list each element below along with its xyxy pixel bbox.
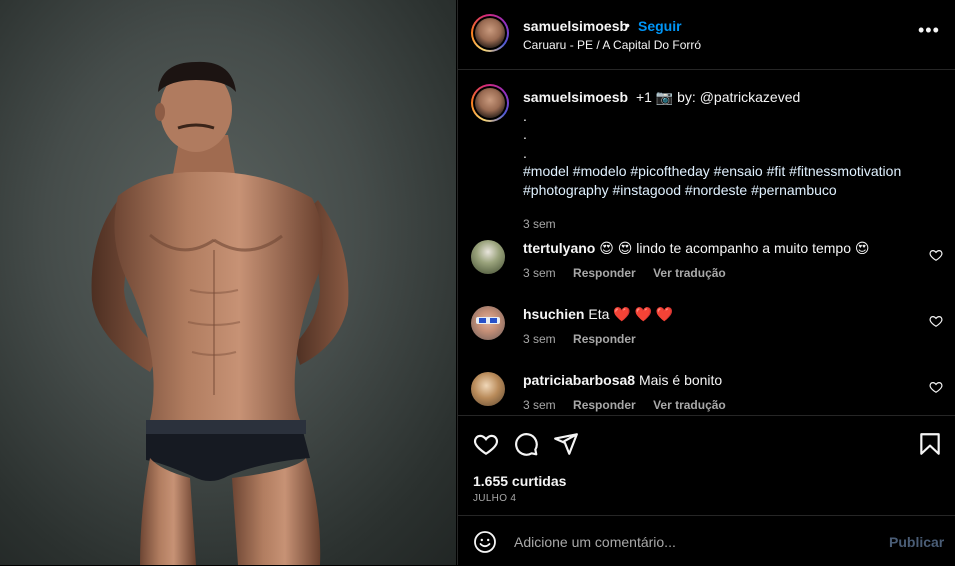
emoji-icon[interactable] — [473, 530, 497, 554]
bookmark-icon[interactable] — [917, 431, 943, 457]
caption-line: . — [523, 126, 527, 142]
comment-body: Mais é bonito — [638, 372, 723, 388]
share-icon[interactable] — [553, 431, 579, 457]
caption-hashtags[interactable]: #photography #instagood #nordeste #perna… — [523, 181, 923, 200]
comment-time[interactable]: 3 sem — [523, 266, 556, 280]
comment-username[interactable]: patriciabarbosa8 — [523, 372, 635, 388]
author-avatar[interactable] — [471, 14, 509, 52]
comment-body: 😍 😍 lindo te acompanho a muito tempo 😍 — [599, 240, 870, 256]
heart-icon[interactable] — [929, 380, 943, 394]
reply-button[interactable]: Responder — [573, 332, 636, 346]
comment-input[interactable] — [512, 530, 876, 554]
location-link[interactable]: Caruaru - PE / A Capital Do Forró — [523, 38, 701, 52]
post-photo[interactable] — [0, 0, 456, 565]
comment-body: Eta ❤️ ❤️ ❤️ — [588, 306, 674, 322]
caption-username[interactable]: samuelsimoesb — [523, 89, 628, 105]
translate-button[interactable]: Ver tradução — [653, 266, 726, 280]
heart-icon[interactable] — [473, 431, 499, 457]
comments-scroll-area[interactable]: samuelsimoesb +1 📷 by: @patrickazeved . … — [458, 70, 955, 415]
publish-button[interactable]: Publicar — [889, 534, 944, 550]
likes-count[interactable]: 1.655 curtidas — [473, 473, 566, 489]
comment-time[interactable]: 3 sem — [523, 398, 556, 412]
post-actions: 1.655 curtidas JULHO 4 — [458, 415, 955, 516]
separator-dot: • — [625, 17, 630, 33]
comment-meta: 3 sem Responder — [523, 332, 650, 346]
comment-text-row: patriciabarbosa8 Mais é bonito — [523, 372, 722, 388]
post-header: samuelsimoesb • Seguir Caruaru - PE / A … — [458, 0, 955, 70]
comment-item: patriciabarbosa8 Mais é bonito 3 sem Res… — [471, 372, 943, 415]
comment-text-row: hsuchien Eta ❤️ ❤️ ❤️ — [523, 306, 673, 323]
commenter-avatar[interactable] — [471, 372, 505, 406]
comment-item: ttertulyano 😍 😍 lindo te acompanho a mui… — [471, 240, 943, 292]
photo-illustration — [91, 61, 349, 565]
post-modal: samuelsimoesb • Seguir Caruaru - PE / A … — [0, 0, 955, 565]
comment-username[interactable]: hsuchien — [523, 306, 584, 322]
caption-text: samuelsimoesb +1 📷 by: @patrickazeved . … — [523, 88, 923, 199]
caption-line: . — [523, 107, 527, 124]
comment-item: hsuchien Eta ❤️ ❤️ ❤️ 3 sem Responder — [471, 306, 943, 358]
post-date[interactable]: JULHO 4 — [473, 493, 516, 504]
translate-button[interactable]: Ver tradução — [653, 398, 726, 412]
commenter-avatar[interactable] — [471, 240, 505, 274]
post-side-panel: samuelsimoesb • Seguir Caruaru - PE / A … — [457, 0, 955, 565]
caption-hashtags[interactable]: #model #modelo #picoftheday #ensaio #fit… — [523, 162, 923, 181]
comment-username[interactable]: ttertulyano — [523, 240, 595, 256]
author-username[interactable]: samuelsimoesb — [523, 18, 628, 34]
caption-line: +1 📷 by: @patrickazeved — [635, 89, 801, 105]
comment-meta: 3 sem Responder Ver tradução — [523, 266, 740, 280]
comment-text-row: ttertulyano 😍 😍 lindo te acompanho a mui… — [523, 240, 870, 257]
caption-timestamp[interactable]: 3 sem — [523, 217, 556, 231]
heart-icon[interactable] — [929, 248, 943, 262]
commenter-avatar[interactable] — [471, 306, 505, 340]
caption-author-avatar[interactable] — [471, 84, 509, 122]
follow-button[interactable]: Seguir — [638, 18, 682, 34]
reply-button[interactable]: Responder — [573, 398, 636, 412]
add-comment-bar: Publicar — [458, 515, 955, 566]
caption-line: . — [523, 144, 527, 161]
comment-meta: 3 sem Responder Ver tradução — [523, 398, 740, 412]
more-horizontal-icon[interactable]: ••• — [918, 20, 940, 41]
reply-button[interactable]: Responder — [573, 266, 636, 280]
comment-icon[interactable] — [513, 431, 539, 457]
heart-icon[interactable] — [929, 314, 943, 328]
comment-time[interactable]: 3 sem — [523, 332, 556, 346]
